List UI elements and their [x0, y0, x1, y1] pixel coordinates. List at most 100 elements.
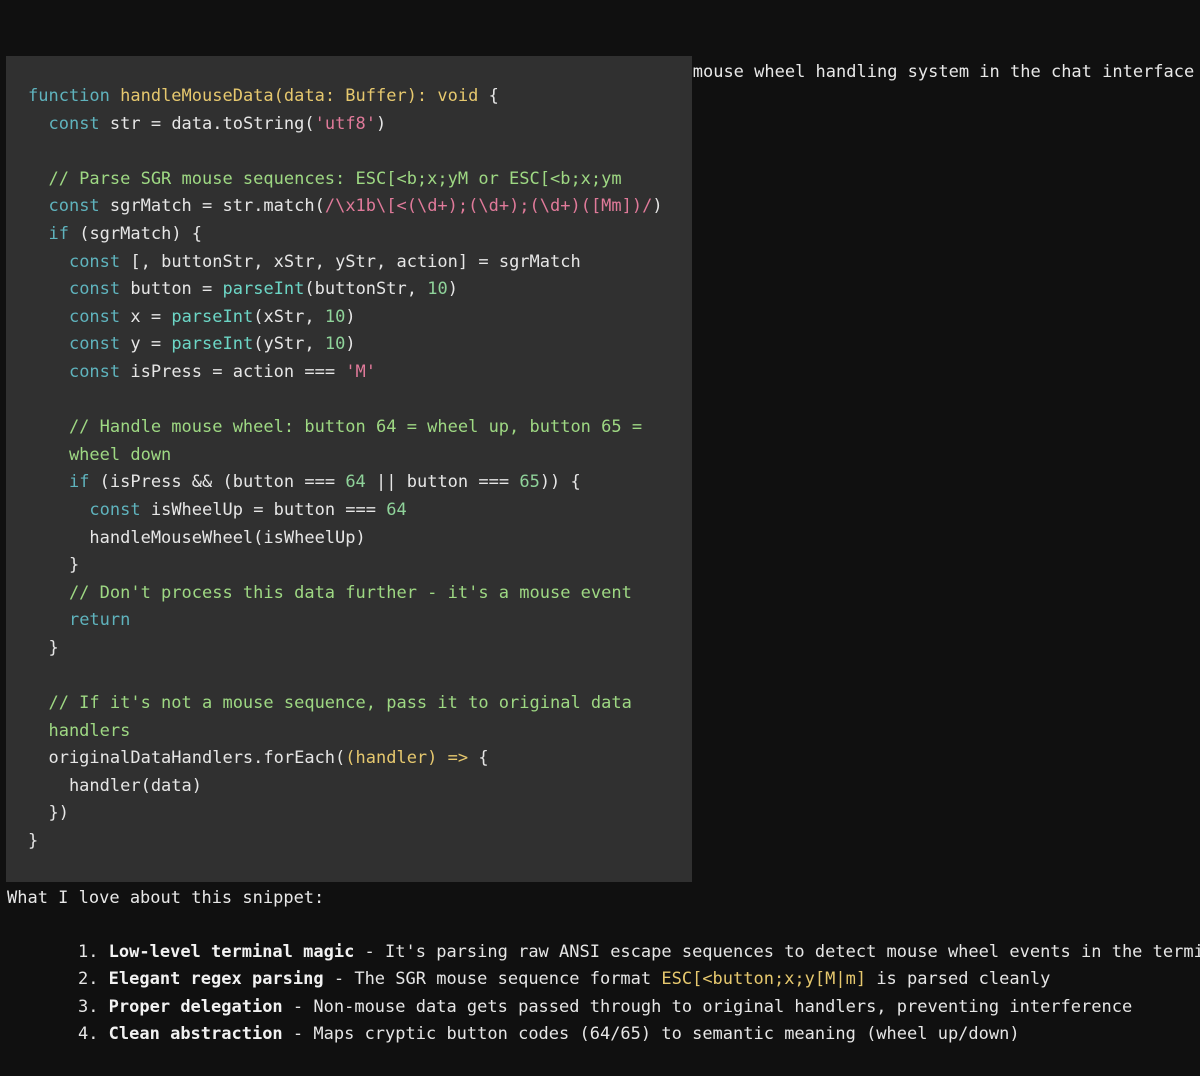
code-token: 64: [386, 499, 407, 520]
list-item-title: Proper delegation: [108, 996, 283, 1017]
code-token: ): [652, 196, 663, 217]
code-token: const: [68, 334, 121, 355]
list-item-title: Clean abstraction: [108, 1024, 283, 1044]
code-line: if (sgrMatch) {: [28, 221, 663, 249]
code-token: }: [28, 831, 39, 852]
code-token: if: [48, 223, 69, 244]
code-line: // If it's not a mouse sequence, pass it…: [28, 690, 663, 718]
code-line: const isPress = action === 'M': [28, 359, 663, 387]
code-line: const [, buttonStr, xStr, yStr, action] …: [28, 249, 663, 277]
code-line: handler(data): [28, 773, 663, 801]
code-token: }: [28, 637, 59, 658]
code-token: originalDataHandlers.forEach(: [28, 748, 346, 769]
outro-heading: What I love about this snippet:: [7, 888, 325, 908]
code-token: ): [376, 113, 387, 134]
list-item-number: 2.: [77, 969, 109, 989]
code-token: const: [89, 499, 141, 520]
list-item-after: is parsed cleanly: [866, 969, 1051, 989]
code-token: handleMouseWheel(isWheelUp): [28, 527, 366, 548]
code-token: 10: [324, 306, 346, 327]
code-token: handler(data): [28, 775, 202, 796]
list-item-separator: -: [323, 969, 355, 989]
code-token: || button ===: [365, 472, 520, 493]
list-item-text: Maps cryptic button codes (64/65) to sem…: [313, 1024, 1020, 1044]
code-token: 'utf8': [314, 113, 377, 134]
code-token: const: [68, 279, 121, 300]
code-token: button =: [120, 279, 223, 300]
code-token: const: [68, 306, 121, 327]
code-token: function: [28, 86, 121, 106]
code-line: const str = data.toString('utf8'): [28, 111, 663, 139]
code-token: // Handle mouse wheel: button 64 = wheel…: [28, 417, 643, 438]
code-line: }: [28, 635, 663, 663]
list-item-text: Non-mouse data gets passed through to or…: [313, 996, 1133, 1017]
list-item-number: 4.: [77, 1024, 109, 1044]
code-token: parseInt: [171, 306, 254, 327]
list-item-text: The SGR mouse sequence format: [354, 969, 662, 989]
code-line: }): [28, 800, 663, 828]
code-token: (isPress && (button ===: [89, 472, 346, 493]
code-token: const: [48, 113, 100, 134]
code-token: ): [345, 334, 356, 355]
code-line: const sgrMatch = str.match(/\x1b\[<(\d+)…: [28, 193, 663, 221]
code-token: 64: [345, 472, 366, 493]
list-item: 1. Low-level terminal magic - It's parsi…: [37, 911, 1200, 962]
code-token: )) {: [539, 472, 581, 493]
code-lines: function handleMouseData(data: Buffer): …: [28, 83, 663, 856]
code-line: const x = parseInt(xStr, 10): [28, 304, 663, 332]
code-token: const: [68, 361, 121, 382]
code-token: handlers: [28, 720, 131, 741]
code-token: 65: [519, 472, 540, 493]
code-token: if: [68, 472, 90, 493]
code-token: const: [68, 251, 121, 272]
code-token: return: [68, 610, 131, 631]
list-item-code: ESC[<button;x;y[M|m]: [661, 969, 867, 989]
code-line: // Don't process this data further - it'…: [28, 580, 663, 608]
list-item-title: Elegant regex parsing: [108, 969, 324, 989]
code-token: (xStr,: [253, 306, 325, 327]
code-line: // Parse SGR mouse sequences: ESC[<b;x;y…: [28, 166, 663, 194]
code-line: handlers: [28, 718, 663, 746]
code-line: originalDataHandlers.forEach((handler) =…: [28, 745, 663, 773]
code-token: // Parse SGR mouse sequences: ESC[<b;x;y…: [28, 168, 622, 189]
code-token: y =: [120, 334, 172, 355]
code-token: (handler) =>: [345, 748, 469, 769]
code-token: [, buttonStr, xStr, yStr, action] = sgrM…: [120, 251, 581, 272]
code-line: wheel down: [28, 442, 663, 470]
code-token: ): [447, 279, 458, 300]
list-item-number: 1.: [77, 941, 109, 962]
code-token: (sgrMatch) {: [68, 223, 203, 244]
code-line: }: [28, 828, 663, 856]
code-token: {: [478, 86, 499, 106]
list-item-number: 3.: [77, 996, 109, 1017]
code-line: const y = parseInt(yStr, 10): [28, 331, 663, 359]
list-item-separator: -: [282, 996, 314, 1017]
code-token: }: [28, 555, 80, 576]
code-token: handleMouseData(data: Buffer): void: [120, 86, 479, 106]
list-item-separator: -: [282, 1024, 314, 1044]
code-token: wheel down: [28, 444, 172, 465]
code-token: x =: [120, 306, 172, 327]
code-token: sgrMatch = str.match(: [99, 196, 325, 217]
code-token: {: [468, 748, 489, 769]
code-line: handleMouseWheel(isWheelUp): [28, 525, 663, 553]
code-line: const isWheelUp = button === 64: [28, 497, 663, 525]
code-token: ): [345, 306, 356, 327]
list-item-text: It's parsing raw ANSI escape sequences t…: [385, 941, 1200, 962]
code-line: function handleMouseData(data: Buffer): …: [28, 83, 663, 111]
code-token: 'M': [345, 361, 377, 382]
code-token: /\x1b\[<(\d+);(\d+);(\d+)([Mm])/: [324, 196, 653, 217]
code-token: isPress = action ===: [120, 361, 346, 382]
code-line: const button = parseInt(buttonStr, 10): [28, 276, 663, 304]
